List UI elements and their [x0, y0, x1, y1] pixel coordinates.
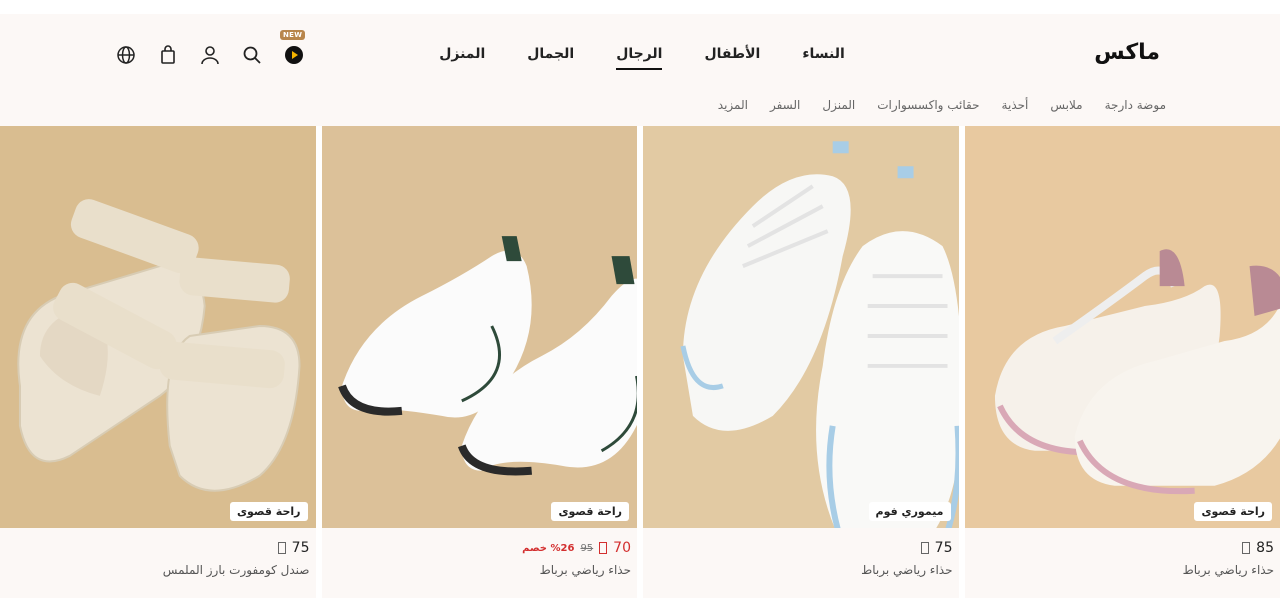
- sub-nav-home[interactable]: المنزل: [822, 98, 855, 112]
- product-info: 85 حذاء رياضي برباط: [964, 528, 1280, 598]
- price: 75: [291, 540, 310, 556]
- product-image[interactable]: راحة قصوى: [964, 126, 1280, 528]
- sub-nav-bags[interactable]: حقائب واكسسوارات: [877, 98, 979, 112]
- sub-nav-shoes[interactable]: أحذية: [1002, 98, 1029, 112]
- product-card[interactable]: ميموري فوم 75 حذاء رياضي برباط: [643, 126, 959, 598]
- nav-men[interactable]: الرجال: [616, 46, 663, 70]
- feature-tag: راحة قصوى: [551, 502, 629, 521]
- currency-icon: [1242, 542, 1251, 554]
- site-header: ماكس النساء الأطفال الرجال الجمال المنزل…: [0, 14, 1280, 126]
- search-icon[interactable]: [242, 45, 262, 65]
- sub-nav-more[interactable]: المزيد: [718, 98, 748, 112]
- currency-icon: [277, 542, 286, 554]
- discount-badge: %26 خصم: [522, 542, 575, 554]
- header-icons: NEW: [116, 30, 306, 65]
- page: ماكس النساء الأطفال الرجال الجمال المنزل…: [0, 0, 1280, 600]
- globe-icon[interactable]: [116, 45, 136, 65]
- product-image[interactable]: راحة قصوى: [321, 126, 637, 528]
- new-badge: NEW: [280, 30, 306, 40]
- old-price: 95: [580, 542, 594, 554]
- sub-nav-trending[interactable]: موضة دارجة: [1105, 98, 1166, 112]
- product-info: 75 حذاء رياضي برباط: [643, 528, 959, 598]
- feature-tag: راحة قصوى: [229, 502, 308, 521]
- user-icon[interactable]: [200, 45, 220, 65]
- product-name[interactable]: صندل كومفورت بارز الملمس: [6, 563, 310, 577]
- currency-icon: [599, 542, 608, 554]
- sale-price: 70: [613, 540, 631, 556]
- price: 75: [934, 540, 953, 556]
- bag-icon[interactable]: [158, 45, 178, 65]
- play-icon[interactable]: NEW: [280, 30, 306, 65]
- product-info: 70 95 %26 خصم حذاء رياضي برباط: [321, 528, 637, 598]
- nav-beauty[interactable]: الجمال: [527, 46, 574, 70]
- feature-tag: ميموري فوم: [868, 502, 951, 521]
- nav-home[interactable]: المنزل: [439, 46, 485, 70]
- sub-nav-clothing[interactable]: ملابس: [1050, 98, 1082, 112]
- product-info: 75 صندل كومفورت بارز الملمس: [0, 528, 316, 598]
- nav-kids[interactable]: الأطفال: [704, 46, 760, 70]
- feature-tag: راحة قصوى: [1194, 502, 1272, 521]
- product-card[interactable]: راحة قصوى 85 حذاء رياضي برباط: [964, 126, 1280, 598]
- price: 85: [1256, 540, 1274, 556]
- product-image[interactable]: ميموري فوم: [643, 126, 959, 528]
- currency-icon: [920, 542, 929, 554]
- product-card[interactable]: راحة قصوى 75 صندل كومفورت بارز الملمس: [0, 126, 316, 598]
- sub-nav: موضة دارجة ملابس أحذية حقائب واكسسوارات …: [718, 98, 1166, 112]
- product-image[interactable]: راحة قصوى: [0, 126, 316, 528]
- product-card[interactable]: راحة قصوى 70 95 %26 خصم حذاء رياضي برباط: [321, 126, 637, 598]
- product-name[interactable]: حذاء رياضي برباط: [649, 563, 952, 577]
- sub-nav-travel[interactable]: السفر: [770, 98, 800, 112]
- product-name[interactable]: حذاء رياضي برباط: [971, 563, 1274, 577]
- nav-women[interactable]: النساء: [802, 46, 844, 70]
- product-name[interactable]: حذاء رياضي برباط: [328, 563, 631, 577]
- product-grid: راحة قصوى 85 حذاء رياضي برباط ميموري فوم…: [0, 126, 1280, 598]
